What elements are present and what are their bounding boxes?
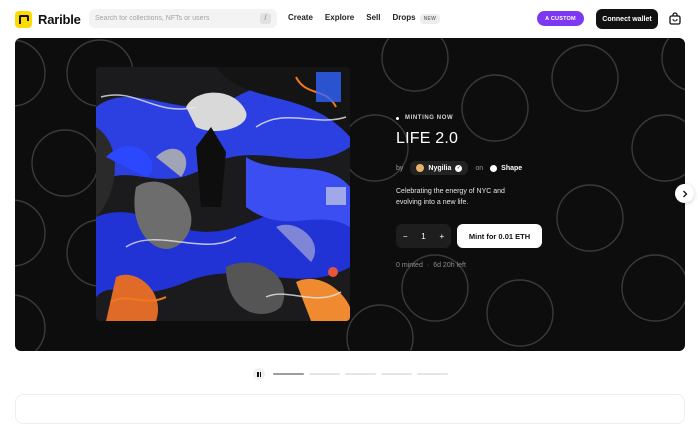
minting-status: MINTING NOW (396, 115, 586, 121)
nav-explore[interactable]: Explore (325, 13, 354, 22)
top-header: Rarible Search for collections, NFTs or … (0, 0, 700, 38)
carousel-progress-1[interactable] (273, 373, 304, 375)
carousel-progress-5[interactable] (417, 373, 448, 375)
by-label: by (396, 164, 404, 172)
verified-check-icon: ✓ (455, 164, 463, 172)
quantity-value: 1 (421, 231, 426, 241)
quantity-stepper: − 1 + (396, 224, 451, 248)
shape-chain-icon (490, 164, 498, 172)
time-left: 6d 20h left (433, 262, 466, 269)
mint-stats: 0 minted · 6d 20h left (396, 262, 586, 269)
nav-sell[interactable]: Sell (366, 13, 380, 22)
mint-actions: − 1 + Mint for 0.01 ETH (396, 224, 586, 248)
drop-title[interactable]: LIFE 2.0 (396, 130, 586, 148)
mint-button[interactable]: Mint for 0.01 ETH (457, 224, 542, 248)
main-nav: Create Explore Sell Drops NEW (288, 13, 441, 24)
creator-byline: by Nygilia ✓ on Shape (396, 161, 586, 175)
carousel-next-button[interactable] (675, 184, 694, 203)
carousel-progress-2[interactable] (309, 373, 340, 375)
brand-name: Rarible (38, 12, 81, 27)
stats-separator: · (426, 262, 430, 269)
carousel-controls (253, 368, 448, 380)
search-shortcut-key: / (260, 13, 271, 24)
creator-avatar (416, 164, 425, 172)
nft-artwork[interactable] (96, 67, 350, 321)
logo[interactable]: Rarible (15, 11, 81, 28)
decrement-button[interactable]: − (403, 232, 408, 241)
drop-description: Celebrating the energy of NYC and evolvi… (396, 188, 505, 206)
on-label: on (475, 164, 484, 172)
chevron-right-icon (682, 190, 687, 197)
chain-name: Shape (501, 164, 523, 172)
drop-details: MINTING NOW LIFE 2.0 by Nygilia ✓ on Sha… (396, 115, 586, 269)
connect-wallet-button[interactable]: Connect wallet (596, 9, 658, 29)
pause-icon[interactable] (253, 368, 265, 380)
shopping-bag-icon[interactable] (669, 12, 681, 25)
search-placeholder: Search for collections, NFTs or users (95, 15, 210, 22)
next-section-card (15, 394, 685, 424)
new-badge: NEW (419, 14, 441, 24)
nav-drops-label: Drops (392, 13, 416, 22)
rarible-logo-icon (15, 11, 32, 28)
nav-drops[interactable]: Drops NEW (392, 13, 441, 24)
minting-status-label: MINTING NOW (405, 115, 454, 121)
status-dot (396, 116, 399, 120)
creator-chip[interactable]: Nygilia ✓ (410, 161, 469, 175)
featured-drop-banner[interactable]: MINTING NOW LIFE 2.0 by Nygilia ✓ on Sha… (15, 38, 685, 351)
chain-chip[interactable]: Shape (490, 164, 523, 172)
search-input[interactable]: Search for collections, NFTs or users / (89, 9, 277, 28)
nav-create[interactable]: Create (288, 13, 313, 22)
minted-count: 0 minted (396, 262, 423, 269)
custom-button[interactable]: A CUSTOM (537, 11, 584, 26)
carousel-progress-4[interactable] (381, 373, 412, 375)
creator-name: Nygilia (428, 164, 452, 172)
increment-button[interactable]: + (439, 232, 444, 241)
carousel-progress-3[interactable] (345, 373, 376, 375)
carousel-progress-fill (273, 373, 304, 375)
